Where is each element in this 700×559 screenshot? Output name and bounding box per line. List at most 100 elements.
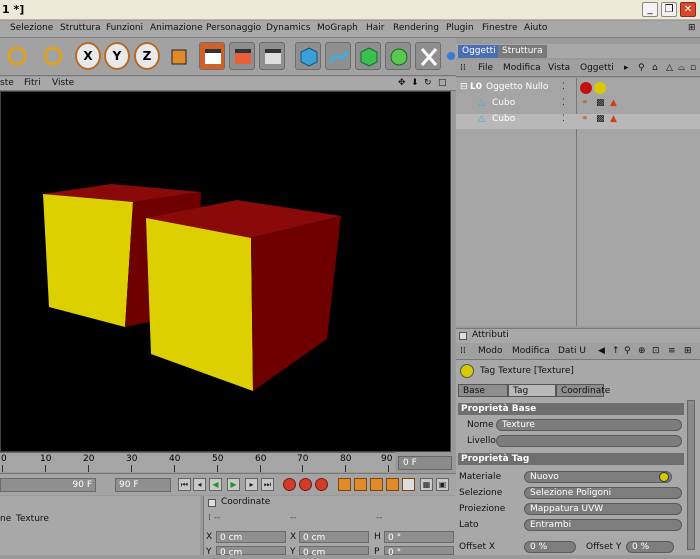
parameter-key-icon[interactable] <box>386 478 399 491</box>
scale-key-icon[interactable] <box>354 478 367 491</box>
side-dropdown[interactable]: Entrambi <box>524 519 682 531</box>
material-tag-icon[interactable] <box>594 82 606 94</box>
expand-icon[interactable]: ⊟ <box>460 82 468 92</box>
search-icon[interactable]: ⚲ <box>624 346 631 356</box>
end-frame-field[interactable]: 90 F <box>115 478 171 492</box>
preview-end-field[interactable]: 90 F <box>0 478 96 492</box>
attr-menu-modo[interactable]: Modo <box>478 346 503 356</box>
search-icon[interactable]: ⚲ <box>638 63 645 73</box>
link-icon[interactable]: ⌓ <box>678 63 685 73</box>
om-menu-modifica[interactable]: Modifica <box>503 63 541 73</box>
go-to-start-icon[interactable]: ⏮ <box>178 478 191 491</box>
offset-y-field[interactable]: 0 % <box>626 541 674 553</box>
play-backwards-icon[interactable]: ◀ <box>209 478 222 491</box>
up-arrow-icon[interactable]: ↑ <box>612 346 620 356</box>
menu-struttura[interactable]: Struttura <box>60 23 101 33</box>
home-icon[interactable]: ⌂ <box>652 63 658 73</box>
zoom-view-icon[interactable]: ⬇ <box>411 78 419 88</box>
selection-field[interactable]: Selezione Poligoni <box>524 487 682 499</box>
array-icon[interactable] <box>385 42 411 70</box>
om-menu-file[interactable]: File <box>478 63 493 73</box>
viewport-menu-item[interactable]: ste <box>0 78 14 88</box>
name-field[interactable]: Texture <box>496 419 682 431</box>
tab-tag[interactable]: Tag <box>508 384 556 397</box>
pla-key-icon[interactable] <box>402 478 415 491</box>
menu-plugin[interactable]: Plugin <box>446 23 474 33</box>
pos-x-field[interactable]: 0 cm <box>216 531 286 543</box>
attributes-scrollbar[interactable] <box>687 400 695 550</box>
up-icon[interactable]: △ <box>666 63 673 73</box>
visibility-dots[interactable]: ⁚ <box>562 98 565 108</box>
current-frame-field[interactable]: 0 F <box>398 456 452 470</box>
new-window-icon[interactable]: ⊞ <box>684 346 692 356</box>
spline-icon[interactable] <box>325 42 351 70</box>
play-icon[interactable]: ▶ <box>227 478 240 491</box>
attr-menu-modifica[interactable]: Modifica <box>512 346 550 356</box>
tab-base[interactable]: Base <box>458 384 508 397</box>
visibility-dots[interactable]: ⁚ <box>562 82 565 92</box>
tree-label[interactable]: Cubo <box>492 114 515 124</box>
materials-menu-item[interactable]: ne <box>0 514 11 524</box>
scene-icon[interactable] <box>445 42 455 70</box>
coordinates-checkbox[interactable] <box>208 499 216 507</box>
visibility-dots[interactable]: ⁚ <box>562 114 565 124</box>
phong-tag-icon[interactable]: ⚭ <box>581 98 589 108</box>
pin-icon[interactable]: ⊕ <box>638 346 646 356</box>
material-tag-icon[interactable] <box>580 82 592 94</box>
viewport-menu-item[interactable]: Viste <box>52 78 74 88</box>
menu-funzioni[interactable]: Funzioni <box>106 23 143 33</box>
options-icon[interactable]: ≡ <box>668 346 676 356</box>
y-axis-icon[interactable]: Y <box>104 42 130 70</box>
x-axis-icon[interactable]: X <box>75 42 101 70</box>
next-key-icon[interactable]: ▸ <box>245 478 258 491</box>
menu-rendering[interactable]: Rendering <box>393 23 439 33</box>
cube-icon[interactable] <box>295 42 321 70</box>
attributes-checkbox[interactable] <box>459 332 467 340</box>
lock-icon[interactable]: ⊡ <box>652 346 660 356</box>
texture-tag-icon[interactable]: ▩ <box>596 114 605 124</box>
previous-key-icon[interactable]: ◂ <box>193 478 206 491</box>
menu-aiuto[interactable]: Aiuto <box>524 23 547 33</box>
materials-menu-item[interactable]: Texture <box>16 514 49 524</box>
position-key-icon[interactable] <box>338 478 351 491</box>
render-picture-icon[interactable] <box>229 42 255 70</box>
autokey-icon[interactable] <box>299 478 312 491</box>
object-tree[interactable]: ⊟ L0 Oggetto Nullo ⁚ △ Cubo ⁚ ⚭ ▩ ▲ △ Cu… <box>456 78 700 326</box>
texture-tag-icon[interactable]: ▩ <box>596 98 605 108</box>
z-axis-icon[interactable]: Z <box>134 42 160 70</box>
record-icon[interactable] <box>283 478 296 491</box>
layout-icon[interactable]: ⊞ <box>688 23 696 33</box>
timeline-menu-icon[interactable]: ▦ <box>420 478 433 491</box>
render-view-icon[interactable] <box>199 42 225 70</box>
om-menu-vista[interactable]: Vista <box>548 63 570 73</box>
close-button[interactable]: ✕ <box>680 2 696 17</box>
keyframe-selection-icon[interactable] <box>315 478 328 491</box>
size-x-field[interactable]: 0 cm <box>299 531 369 543</box>
new-window-icon[interactable]: ▫ <box>690 63 696 73</box>
minimize-button[interactable]: _ <box>642 2 658 17</box>
tab-oggetti[interactable]: Oggetti <box>458 45 500 58</box>
timeline-options-icon[interactable]: ▣ <box>436 478 449 491</box>
move-view-icon[interactable]: ✥ <box>398 78 406 88</box>
redo-icon[interactable] <box>40 42 66 70</box>
coordinate-system-icon[interactable] <box>166 42 192 70</box>
size-y-field[interactable]: 0 cm <box>299 546 369 558</box>
projection-dropdown[interactable]: Mappatura UVW <box>524 503 682 515</box>
menu-finestre[interactable]: Finestre <box>482 23 518 33</box>
tab-struttura[interactable]: Struttura <box>498 45 547 58</box>
rot-h-field[interactable]: 0 ° <box>384 531 454 543</box>
layer-field[interactable] <box>496 435 682 447</box>
3d-viewport[interactable] <box>0 91 451 452</box>
tree-label[interactable]: Oggetto Nullo <box>486 82 548 92</box>
menu-mograph[interactable]: MoGraph <box>317 23 358 33</box>
menu-animazione[interactable]: Animazione <box>150 23 203 33</box>
tab-coordinate[interactable]: Coordinate <box>556 384 610 397</box>
attr-menu-dati[interactable]: Dati U <box>558 346 586 356</box>
rotation-key-icon[interactable] <box>370 478 383 491</box>
rotate-view-icon[interactable]: ↻ <box>424 78 432 88</box>
menu-dynamics[interactable]: Dynamics <box>266 23 310 33</box>
maximize-view-icon[interactable]: □ <box>438 78 447 88</box>
pos-y-field[interactable]: 0 cm <box>216 546 286 558</box>
menu-selezione[interactable]: Selezione <box>10 23 53 33</box>
render-settings-icon[interactable] <box>259 42 285 70</box>
